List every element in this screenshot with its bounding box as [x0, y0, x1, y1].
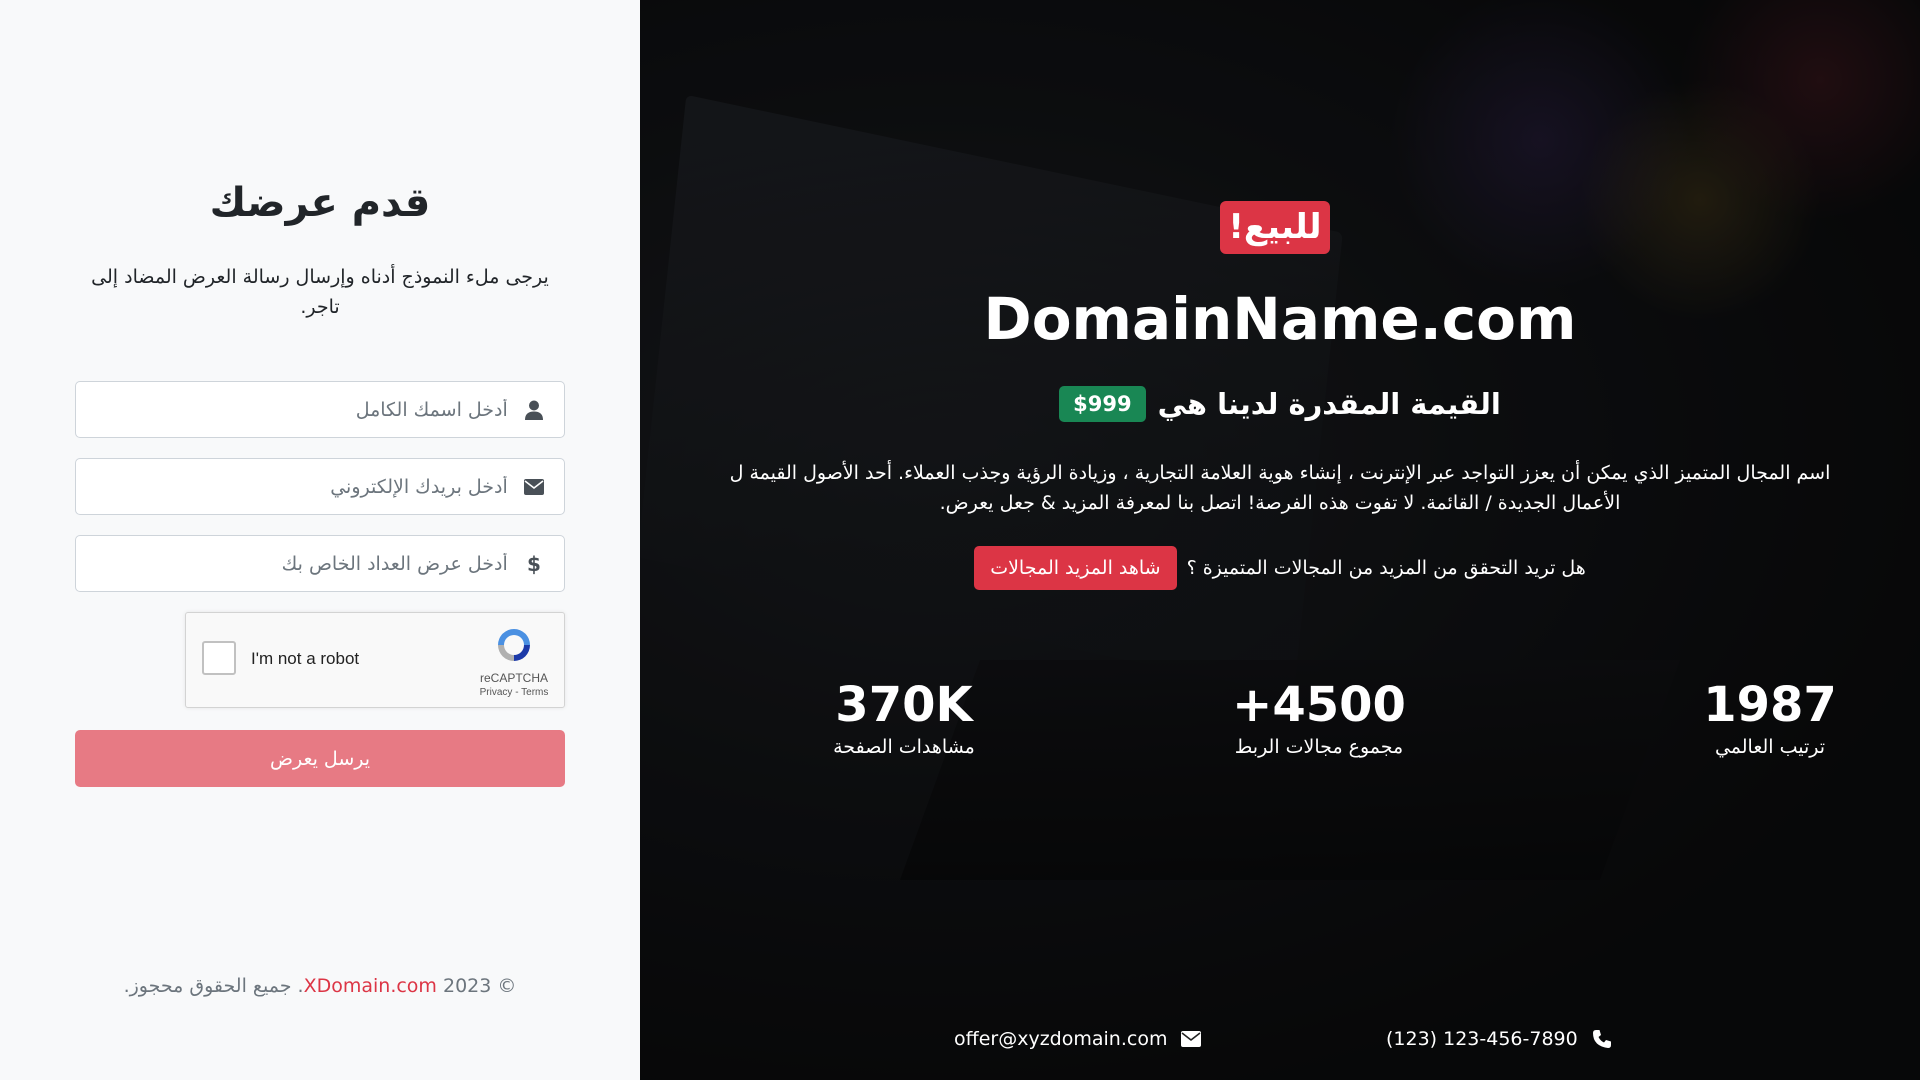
copyright-suffix: . جميع الحقوق محجوز.: [123, 975, 304, 997]
envelope-icon: [1181, 1031, 1202, 1047]
recaptcha-brand: reCAPTCHA: [479, 671, 548, 685]
stat-value: +4500: [1232, 677, 1406, 733]
stat-linking-domains: +4500 مجموع مجالات الربط: [1189, 676, 1449, 758]
email-address[interactable]: offer@xyzdomain.com: [954, 1028, 1167, 1050]
stat-value: 370K: [835, 677, 973, 733]
dollar-icon: $: [526, 551, 541, 576]
name-input[interactable]: [96, 398, 508, 421]
envelope-icon: [523, 476, 544, 498]
contact-email[interactable]: offer@xyzdomain.com: [954, 1028, 1202, 1050]
phone-icon: [1592, 1029, 1612, 1049]
domain-description: اسم المجال المتميز الذي يمكن أن يعزز الت…: [729, 462, 1831, 514]
see-more-domains-button[interactable]: شاهد المزيد المجالات: [974, 546, 1177, 590]
copyright-brand-link[interactable]: XDomain.com: [304, 975, 437, 997]
estimated-value: القيمة المقدرة لدينا هي $999: [640, 386, 1920, 422]
captcha-label: I'm not a robot: [251, 649, 360, 668]
submit-offer-button[interactable]: يرسل يعرض: [75, 730, 565, 787]
more-domains-question: هل تريد التحقق من المزيد من المجالات الم…: [1186, 557, 1586, 579]
email-input[interactable]: [96, 475, 508, 498]
stat-label: ترتيب العالمي: [1714, 736, 1826, 758]
captcha-checkbox[interactable]: [202, 641, 236, 675]
hero-panel: للبيع! DomainName.com القيمة المقدرة لدي…: [640, 0, 1920, 1080]
form-title: قدم عرضك: [209, 180, 431, 226]
recaptcha-widget: I'm not a robot reCAPTCHA Privacy - Term…: [185, 612, 565, 708]
phone-number[interactable]: (123) 123-456-7890: [1386, 1028, 1578, 1050]
contact-phone[interactable]: (123) 123-456-7890: [1386, 1028, 1612, 1050]
copyright-prefix: © 2023: [443, 975, 517, 997]
form-subtitle: يرجى ملء النموذج أدناه وإرسال رسالة العر…: [91, 266, 549, 318]
recaptcha-icon: [498, 629, 530, 661]
offer-panel: قدم عرضك يرجى ملء النموذج أدناه وإرسال ر…: [0, 0, 640, 1080]
email-field[interactable]: [75, 458, 565, 515]
stat-label: مشاهدات الصفحة: [833, 736, 975, 758]
domain-name: DomainName.com: [983, 285, 1577, 353]
stat-value: 1987: [1703, 677, 1837, 733]
price-badge: $999: [1059, 386, 1146, 422]
name-field[interactable]: [75, 381, 565, 438]
more-domains-row: هل تريد التحقق من المزيد من المجالات الم…: [640, 546, 1920, 590]
recaptcha-logo: reCAPTCHA Privacy - Terms: [478, 625, 550, 698]
copyright: © 2023 XDomain.com. جميع الحقوق محجوز.: [75, 975, 565, 997]
stat-page-views: 370K مشاهدات الصفحة: [774, 676, 1034, 758]
recaptcha-links[interactable]: Privacy - Terms: [478, 687, 550, 698]
hero-content: للبيع! DomainName.com القيمة المقدرة لدي…: [640, 0, 1920, 1080]
for-sale-badge: للبيع!: [1220, 201, 1330, 254]
offer-field[interactable]: $: [75, 535, 565, 592]
stat-label: مجموع مجالات الربط: [1234, 736, 1404, 758]
offer-input[interactable]: [96, 552, 508, 575]
stat-world-rank: 1987 ترتيب العالمي: [1640, 676, 1900, 758]
user-icon: [524, 399, 544, 421]
value-text: القيمة المقدرة لدينا هي: [1157, 387, 1501, 421]
